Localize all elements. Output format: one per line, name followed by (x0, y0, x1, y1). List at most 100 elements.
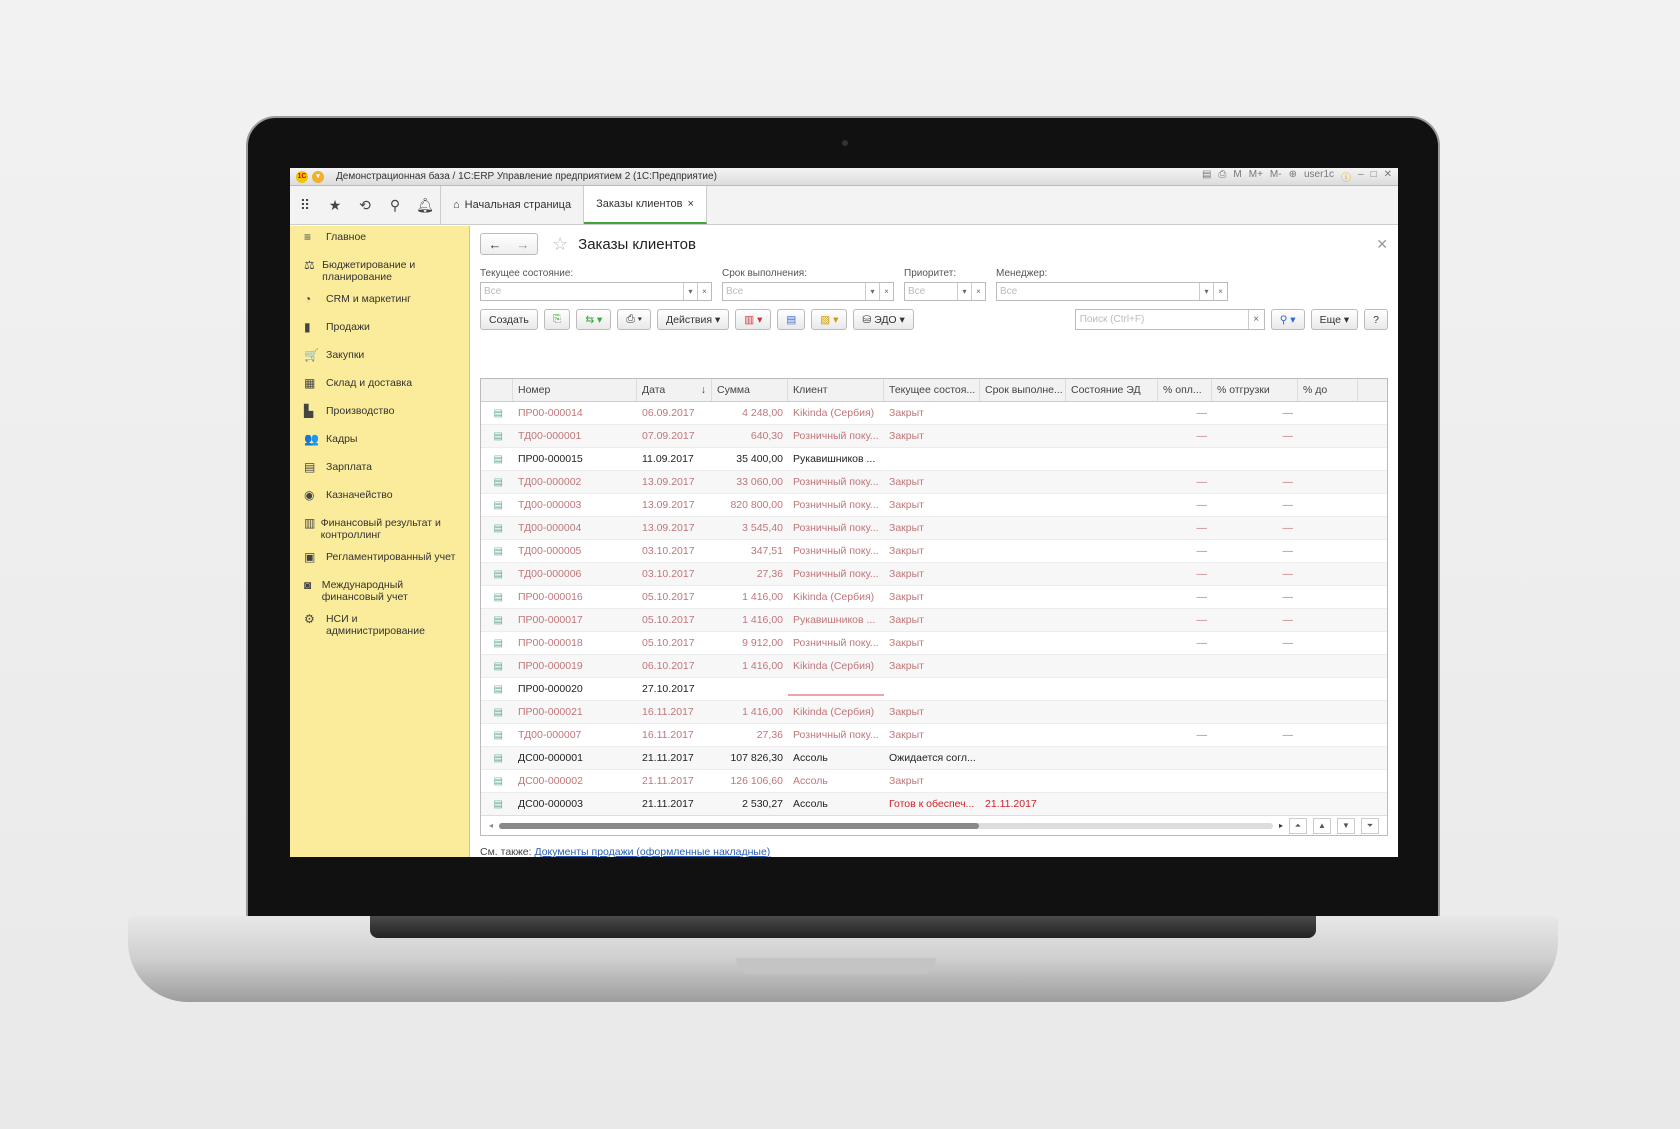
sales-documents-link[interactable]: Документы продажи (оформленные накладные… (534, 846, 770, 857)
sidebar-item[interactable]: ▦ Склад и доставка (290, 372, 469, 400)
next-page-button[interactable]: ▼ (1337, 817, 1355, 834)
scroll-left-icon[interactable]: ◂ (489, 821, 493, 830)
table-row[interactable]: ▤ ТД00-000001 07.09.2017 640,30 Розничны… (481, 425, 1387, 448)
column-header[interactable]: % до (1298, 379, 1358, 401)
filter-input[interactable]: Все ▾ × (722, 282, 894, 301)
bell-icon[interactable]: 🔔︎ (410, 186, 440, 224)
table-row[interactable]: ▤ ТД00-000006 03.10.2017 27,36 Розничный… (481, 563, 1387, 586)
help-button[interactable]: ? (1364, 309, 1388, 330)
column-header[interactable]: % отгрузки (1212, 379, 1298, 401)
sidebar-item[interactable]: ▙ Производство (290, 400, 469, 428)
table-row[interactable]: ▤ ТД00-000007 16.11.2017 27,36 Розничный… (481, 724, 1387, 747)
sidebar-item[interactable]: 🛒 Закупки (290, 344, 469, 372)
actions-button[interactable]: Действия ▾ (657, 309, 730, 330)
column-header[interactable]: Номер (513, 379, 637, 401)
sidebar-item[interactable]: 👥 Кадры (290, 428, 469, 456)
column-header[interactable]: Состояние ЭД (1066, 379, 1158, 401)
create-button[interactable]: Создать (480, 309, 538, 330)
tab-home[interactable]: ⌂ Начальная страница (441, 186, 585, 224)
sidebar-item[interactable]: ◙ Международный финансовый учет (290, 574, 469, 608)
table-row[interactable]: ▤ ТД00-000004 13.09.2017 3 545,40 Рознич… (481, 517, 1387, 540)
sidebar-item[interactable]: ▥ Финансовый результат и контроллинг (290, 512, 469, 546)
history-icon[interactable]: ⟲ (350, 186, 380, 224)
prev-page-button[interactable]: ▲ (1313, 817, 1331, 834)
table-row[interactable]: ▤ ПР00-000018 05.10.2017 9 912,00 Рознич… (481, 632, 1387, 655)
scroll-thumb[interactable] (499, 822, 979, 829)
table-row[interactable]: ▤ ПР00-000014 06.09.2017 4 248,00 Kikind… (481, 402, 1387, 425)
dropdown-icon[interactable]: ▾ (683, 283, 697, 300)
m-plus-button[interactable]: M+ (1249, 169, 1263, 184)
table-row[interactable]: ▤ ПР00-000019 06.10.2017 1 416,00 Kikind… (481, 655, 1387, 678)
copy-button[interactable]: ⎘ (543, 309, 571, 330)
column-header[interactable]: Клиент (788, 379, 884, 401)
table-row[interactable]: ▤ ПР00-000020 27.10.2017 (481, 678, 1387, 701)
horizontal-scrollbar[interactable]: ◂ ▸ ⏶ ▲ ▼ ⏷ (481, 815, 1387, 835)
clear-icon[interactable]: × (879, 283, 893, 300)
filter-input[interactable]: Все ▾ × (904, 282, 986, 301)
column-header[interactable]: Срок выполне... (980, 379, 1066, 401)
table-row[interactable]: ▤ ТД00-000003 13.09.2017 820 800,00 Розн… (481, 494, 1387, 517)
tab-customer-orders[interactable]: Заказы клиентов × (584, 186, 707, 224)
column-header[interactable]: % опл... (1158, 379, 1212, 401)
close-tab-icon[interactable]: × (687, 198, 693, 210)
sidebar-item[interactable]: ▮ Продажи (290, 316, 469, 344)
sidebar-item[interactable]: ⚙ НСИ и администрирование (290, 608, 469, 642)
table-row[interactable]: ▤ ДС00-000003 21.11.2017 2 530,27 Ассоль… (481, 793, 1387, 816)
search-icon[interactable]: ⚲ (380, 186, 410, 224)
table-row[interactable]: ▤ ПР00-000021 16.11.2017 1 416,00 Kikind… (481, 701, 1387, 724)
filter-input[interactable]: Все ▾ × (996, 282, 1228, 301)
sidebar-item[interactable]: ▤ Зарплата (290, 456, 469, 484)
scroll-right-icon[interactable]: ▸ (1279, 821, 1283, 830)
attachments-button[interactable]: ▧ ▾ (811, 309, 848, 330)
m-minus-button[interactable]: M- (1270, 169, 1282, 184)
dropdown-icon[interactable]: ▾ (1199, 283, 1213, 300)
reports-button[interactable]: ▥ ▾ (735, 309, 772, 330)
zoom-icon[interactable]: ⊕ (1289, 169, 1297, 184)
save-icon[interactable]: ▤ (1202, 169, 1211, 184)
forward-button[interactable]: → (509, 234, 537, 254)
table-row[interactable]: ▤ ТД00-000002 13.09.2017 33 060,00 Розни… (481, 471, 1387, 494)
minimize-button[interactable]: – (1358, 169, 1364, 184)
table-row[interactable]: ▤ ДС00-000002 21.11.2017 126 106,60 Ассо… (481, 770, 1387, 793)
create-based-button[interactable]: ⇆ ▾ (576, 309, 612, 330)
menu-icon[interactable]: ▾ (312, 170, 324, 183)
close-window-button[interactable]: ✕ (1384, 169, 1392, 184)
clear-icon[interactable]: × (697, 283, 711, 300)
close-form-button[interactable]: ✕ (1376, 236, 1388, 253)
last-page-button[interactable]: ⏷ (1361, 817, 1379, 834)
dropdown-icon[interactable]: ▾ (957, 283, 971, 300)
table-row[interactable]: ▤ ПР00-000017 05.10.2017 1 416,00 Рукави… (481, 609, 1387, 632)
maximize-button[interactable]: □ (1371, 169, 1377, 184)
table-row[interactable]: ▤ ДС00-000001 21.11.2017 107 826,30 Ассо… (481, 747, 1387, 770)
search-options-button[interactable]: ⚲ ▾ (1270, 309, 1305, 330)
print-button[interactable]: ⎙ ▾ (617, 309, 652, 330)
column-header[interactable]: Текущее состоя... (884, 379, 980, 401)
filter-input[interactable]: Все ▾ × (480, 282, 712, 301)
info-icon[interactable]: ⓘ (1341, 169, 1351, 184)
sidebar-item[interactable]: ▣ Регламентированный учет (290, 546, 469, 574)
m-button[interactable]: M (1233, 169, 1241, 184)
column-header[interactable]: Сумма (712, 379, 788, 401)
print-icon[interactable]: ⎙ (1218, 169, 1226, 184)
dropdown-icon[interactable]: ▾ (865, 283, 879, 300)
clear-icon[interactable]: × (971, 283, 985, 300)
table-row[interactable]: ▤ ПР00-000016 05.10.2017 1 416,00 Kikind… (481, 586, 1387, 609)
sidebar-item[interactable]: ◔ CRM и маркетинг (290, 288, 469, 316)
sort-desc-icon[interactable]: ↓ (701, 384, 706, 396)
search-input[interactable]: Поиск (Ctrl+F) × (1074, 309, 1265, 330)
favorites-star-icon[interactable]: ★ (320, 186, 350, 224)
column-header[interactable]: Дата ↓ (637, 379, 712, 401)
clear-search-icon[interactable]: × (1247, 310, 1264, 329)
edo-button[interactable]: ⛁ ЭДО ▾ (853, 309, 914, 330)
table-row[interactable]: ▤ ТД00-000005 03.10.2017 347,51 Розничны… (481, 540, 1387, 563)
user-label[interactable]: user1c (1304, 169, 1334, 184)
sidebar-item[interactable]: ≡ Главное (290, 226, 469, 254)
table-row[interactable]: ▤ ПР00-000015 11.09.2017 35 400,00 Рукав… (481, 448, 1387, 471)
more-button[interactable]: Еще ▾ (1310, 309, 1359, 330)
list-button[interactable]: ▤ (777, 309, 806, 330)
sidebar-item[interactable]: ⚖ Бюджетирование и планирование (290, 254, 469, 288)
clear-icon[interactable]: × (1213, 283, 1227, 300)
favorite-star-icon[interactable]: ☆ (552, 234, 568, 255)
back-button[interactable]: ← (481, 234, 509, 254)
sidebar-item[interactable]: ◉ Казначейство (290, 484, 469, 512)
